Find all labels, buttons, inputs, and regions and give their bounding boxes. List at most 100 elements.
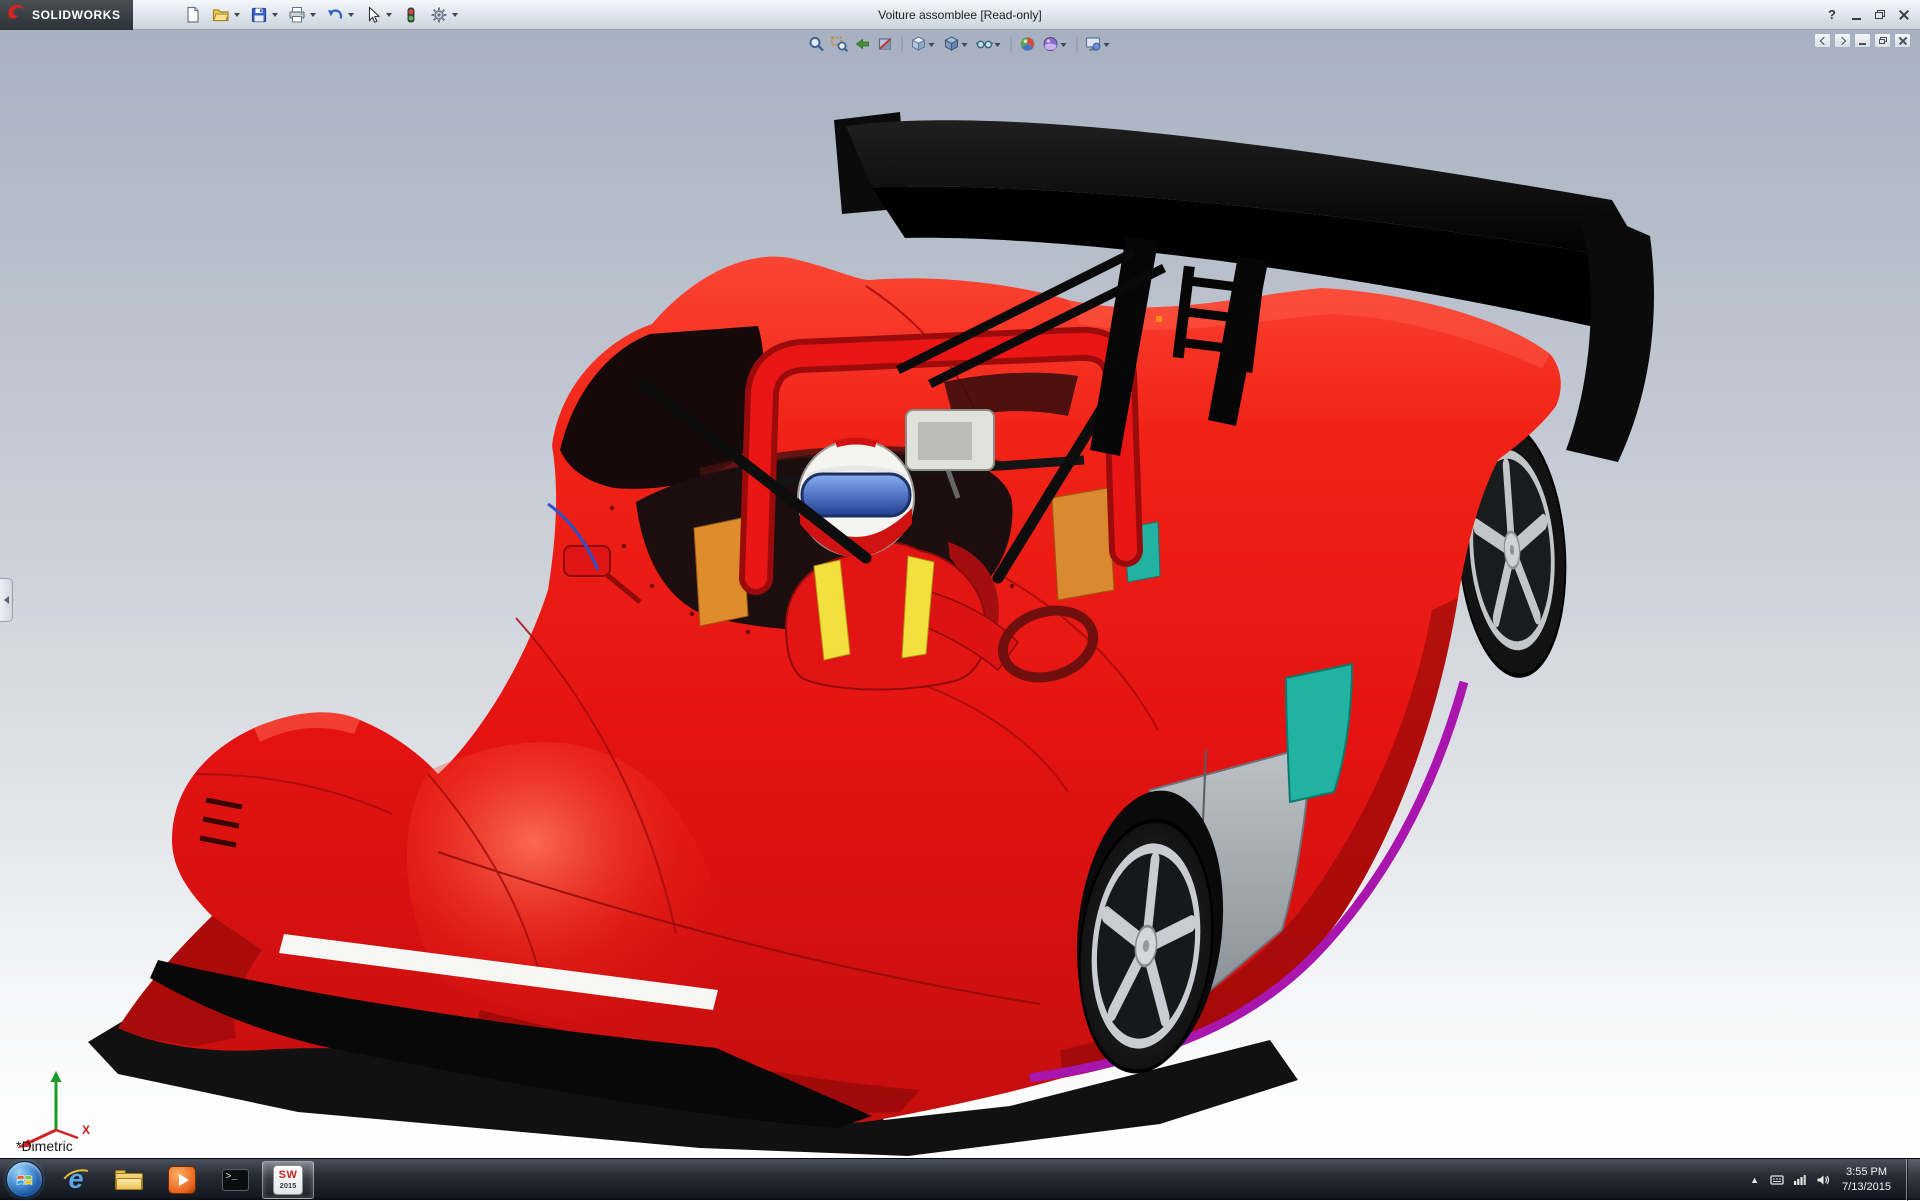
save-dropdown-caret[interactable] xyxy=(271,13,278,17)
system-tray: ▲ 3:55 PM 7/13/2015 xyxy=(1748,1158,1920,1201)
brand-text: SOLIDWORKS xyxy=(32,7,121,22)
section-view-icon xyxy=(878,38,892,50)
solidworks-logo-icon xyxy=(6,2,26,27)
solidworks-window: SOLIDWORKS Voiture assomblee [Read-only]… xyxy=(0,0,1920,1201)
taskbar-app-internet-explorer[interactable]: e xyxy=(50,1161,102,1199)
show-hidden-icons-button[interactable]: ▲ xyxy=(1748,1175,1761,1185)
open-folder-icon xyxy=(212,8,229,21)
save-icon xyxy=(251,7,266,22)
taskbar-app-media-player[interactable] xyxy=(156,1161,208,1199)
zoom-to-fit-button[interactable] xyxy=(806,32,828,56)
3d-model-canvas[interactable] xyxy=(0,30,1920,1158)
previous-window-button[interactable] xyxy=(1814,33,1831,48)
hide-show-caret[interactable] xyxy=(994,42,1001,47)
select-dropdown-caret[interactable] xyxy=(385,13,392,17)
undo-dropdown-caret[interactable] xyxy=(347,13,354,17)
edit-appearance-ball-icon xyxy=(1020,37,1035,51)
chevron-left-icon xyxy=(3,596,9,604)
print-button[interactable] xyxy=(285,3,309,27)
doc-restore-button[interactable] xyxy=(1874,33,1891,48)
view-orientation-caret[interactable] xyxy=(928,42,935,47)
toolbar-separator xyxy=(1076,35,1078,53)
taskbar: e >_ SW 2015 ▲ 3:55 PM 7/13/2015 xyxy=(0,1158,1920,1201)
new-document-button[interactable] xyxy=(181,3,205,27)
chevron-left-icon xyxy=(1819,36,1828,45)
volume-tray-icon[interactable] xyxy=(1816,1173,1831,1187)
heads-up-view-toolbar xyxy=(806,32,1115,56)
previous-view-button[interactable] xyxy=(852,32,874,56)
maximize-button[interactable] xyxy=(1870,5,1890,24)
previous-view-icon xyxy=(855,38,869,50)
apply-scene-button[interactable] xyxy=(1040,32,1072,56)
close-button[interactable] xyxy=(1894,5,1914,24)
rebuild-button[interactable] xyxy=(399,3,423,27)
solidworks-app-icon: SW 2015 xyxy=(273,1164,303,1195)
helmet-visor xyxy=(800,472,912,518)
undo-button[interactable] xyxy=(323,3,347,27)
view-orientation-label: *Dimetric xyxy=(16,1138,73,1154)
taskbar-app-command-prompt[interactable]: >_ xyxy=(209,1161,261,1199)
document-window-controls xyxy=(1814,33,1911,48)
options-dropdown-caret[interactable] xyxy=(451,13,458,17)
folder-icon xyxy=(115,1169,143,1190)
graphics-viewport[interactable]: X *Dimetric xyxy=(0,30,1920,1158)
media-player-icon xyxy=(168,1165,196,1194)
apply-scene-icon xyxy=(1043,37,1058,51)
helmet-stripe xyxy=(834,437,878,448)
display-style-caret[interactable] xyxy=(961,42,968,47)
internet-explorer-icon: e xyxy=(58,1164,98,1197)
rebuild-icon xyxy=(407,7,415,22)
next-window-button[interactable] xyxy=(1834,33,1851,48)
feature-tree-collapse-handle[interactable] xyxy=(0,578,13,622)
display-style-icon xyxy=(944,36,959,51)
show-desktop-button[interactable] xyxy=(1906,1158,1920,1201)
x-axis-label: X xyxy=(82,1123,90,1137)
view-settings-icon xyxy=(1085,37,1101,51)
open-button[interactable] xyxy=(209,3,233,27)
edit-appearance-button[interactable] xyxy=(1017,32,1039,56)
minimize-button[interactable] xyxy=(1846,5,1866,24)
orange-panel-right[interactable] xyxy=(1051,487,1115,601)
restore-icon xyxy=(1878,37,1887,44)
doc-close-button[interactable] xyxy=(1894,33,1911,48)
select-cursor-icon xyxy=(368,5,380,23)
display-style-button[interactable] xyxy=(941,32,973,56)
taskbar-clock[interactable]: 3:55 PM 7/13/2015 xyxy=(1842,1165,1891,1194)
clock-time: 3:55 PM xyxy=(1846,1166,1888,1179)
view-settings-button[interactable] xyxy=(1083,32,1115,56)
options-button[interactable] xyxy=(427,3,451,27)
hide-show-glasses-icon xyxy=(975,40,994,49)
toolbar-separator xyxy=(1010,35,1012,53)
keyboard-layout-tray-icon[interactable] xyxy=(1770,1173,1784,1187)
taskbar-app-solidworks-2015[interactable]: SW 2015 xyxy=(262,1160,314,1199)
restore-icon xyxy=(1875,10,1885,19)
help-button[interactable]: ? xyxy=(1822,5,1842,24)
chevron-right-icon xyxy=(1837,36,1846,45)
close-icon xyxy=(1899,10,1909,20)
application-menu[interactable]: SOLIDWORKS xyxy=(0,0,133,30)
network-tray-icon[interactable] xyxy=(1793,1173,1807,1186)
hide-show-items-button[interactable] xyxy=(974,32,1006,56)
y-axis-arrow xyxy=(50,1071,62,1082)
close-icon xyxy=(1899,37,1907,45)
start-button[interactable] xyxy=(6,1161,43,1198)
print-icon xyxy=(289,6,305,22)
doc-minimize-button[interactable] xyxy=(1854,33,1871,48)
apply-scene-caret[interactable] xyxy=(1060,42,1067,47)
taskbar-app-windows-explorer[interactable] xyxy=(103,1161,155,1199)
options-gear-icon xyxy=(431,7,447,22)
zoom-to-area-icon xyxy=(831,36,849,52)
zoom-to-area-button[interactable] xyxy=(829,32,851,56)
minimize-icon xyxy=(1851,17,1861,21)
save-button[interactable] xyxy=(247,3,271,27)
print-dropdown-caret[interactable] xyxy=(309,13,316,17)
command-prompt-icon: >_ xyxy=(221,1168,249,1191)
select-button[interactable] xyxy=(361,3,385,27)
view-orientation-button[interactable] xyxy=(908,32,940,56)
section-view-button[interactable] xyxy=(875,32,897,56)
sketch-point xyxy=(1156,316,1162,322)
up-arrow-icon: ▲ xyxy=(1750,1174,1760,1185)
windows-flag-icon xyxy=(16,1175,33,1186)
open-dropdown-caret[interactable] xyxy=(233,13,240,17)
view-settings-caret[interactable] xyxy=(1103,42,1110,47)
